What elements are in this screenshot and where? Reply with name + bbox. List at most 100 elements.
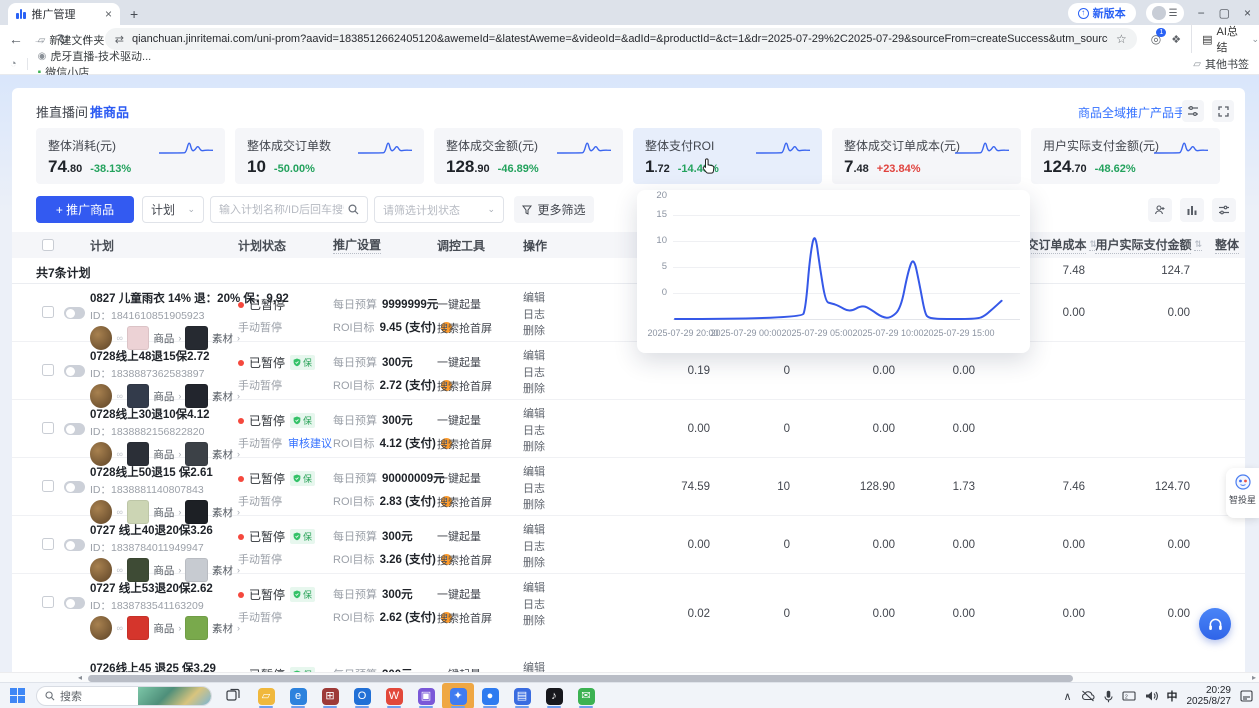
header-actions[interactable]: 操作: [523, 232, 547, 258]
plan-enable-toggle[interactable]: [64, 365, 85, 377]
ime-indicator[interactable]: 中: [1167, 688, 1178, 704]
one-key-boost-link[interactable]: 一键起量: [437, 296, 492, 312]
tab-close-icon[interactable]: ×: [105, 7, 112, 21]
search-top-screen-link[interactable]: 搜索抢首屏: [437, 494, 492, 510]
delete-link[interactable]: 删除: [523, 440, 545, 455]
edit-link[interactable]: 编辑: [523, 523, 545, 538]
taskbar-search[interactable]: 搜索: [36, 686, 212, 706]
log-link[interactable]: 日志: [523, 424, 545, 439]
row-checkbox[interactable]: [42, 422, 54, 434]
log-link[interactable]: 日志: [523, 482, 545, 497]
plan-enable-toggle[interactable]: [64, 307, 85, 319]
taskbar-app[interactable]: ●: [474, 683, 506, 708]
edit-link[interactable]: 编辑: [523, 465, 545, 480]
material-link[interactable]: 素材: [212, 621, 233, 636]
speaker-icon[interactable]: [1145, 690, 1158, 702]
plan-enable-toggle[interactable]: [64, 423, 85, 435]
edit-link[interactable]: 编辑: [523, 581, 545, 596]
plan-enable-toggle[interactable]: [64, 481, 85, 493]
search-input[interactable]: [219, 204, 344, 216]
header-promo-settings[interactable]: 推广设置: [333, 232, 381, 258]
bookmark-item[interactable]: 虎牙直播-技术驱动...: [38, 48, 152, 64]
one-key-boost-link[interactable]: 一键起量: [437, 586, 492, 602]
taskbar-app[interactable]: ✦: [442, 683, 474, 708]
tray-expand-icon[interactable]: ∧: [1063, 690, 1071, 703]
layout-settings-icon[interactable]: [1182, 100, 1204, 122]
plan-title[interactable]: 0727 线上53退20保2.62: [90, 580, 240, 596]
edit-link[interactable]: 编辑: [523, 407, 545, 422]
plan-enable-toggle[interactable]: [64, 539, 85, 551]
minimize-button[interactable]: −: [1198, 6, 1205, 20]
log-link[interactable]: 日志: [523, 540, 545, 555]
edit-link[interactable]: 编辑: [523, 349, 545, 364]
metric-card[interactable]: 整体消耗(元) 74 .80 -38.13%: [36, 128, 225, 184]
plan-enable-toggle[interactable]: [64, 597, 85, 609]
plan-title[interactable]: 0727 线上40退20保3.26: [90, 522, 240, 538]
row-checkbox[interactable]: [42, 538, 54, 550]
share-user-icon[interactable]: [1148, 198, 1172, 222]
delete-link[interactable]: 删除: [523, 614, 545, 629]
plan-title[interactable]: 0728线上30退10保4.12: [90, 406, 240, 422]
browser-profile[interactable]: ☰: [1146, 3, 1184, 23]
review-suggestion-link[interactable]: 审核建议: [288, 435, 332, 451]
metric-card[interactable]: 整体成交订单数 10 -50.00%: [235, 128, 424, 184]
plan-status-select[interactable]: 请筛选计划状态 ⌄: [374, 196, 504, 223]
taskbar-app[interactable]: O: [346, 683, 378, 708]
select-all-checkbox[interactable]: [42, 239, 54, 251]
row-checkbox[interactable]: [42, 306, 54, 318]
chart-columns-icon[interactable]: [1180, 198, 1204, 222]
search-top-screen-link[interactable]: 搜索抢首屏: [437, 552, 492, 568]
search-top-screen-link[interactable]: 搜索抢首屏: [437, 320, 492, 336]
scrollbar-thumb[interactable]: [88, 675, 1073, 682]
product-manual-link[interactable]: 商品全域推广产品手册: [1078, 104, 1198, 121]
taskbar-app[interactable]: ✉: [570, 683, 602, 708]
help-button[interactable]: [1199, 608, 1231, 640]
search-top-screen-link[interactable]: 搜索抢首屏: [437, 610, 492, 626]
new-version-badge[interactable]: ↑ 新版本: [1068, 3, 1136, 23]
bookmark-item[interactable]: 新建文件夹: [38, 32, 152, 48]
header-plan[interactable]: 计划: [90, 232, 114, 258]
one-key-boost-link[interactable]: 一键起量: [437, 528, 492, 544]
taskbar-app[interactable]: ▣: [410, 683, 442, 708]
task-view-button[interactable]: [226, 688, 240, 707]
row-checkbox[interactable]: [42, 364, 54, 376]
header-user-paid[interactable]: 用户实际支付金额⇅: [1052, 232, 1202, 258]
reading-list-icon[interactable]: ◔: [10, 58, 28, 70]
scroll-left-icon[interactable]: ◂: [78, 673, 82, 682]
delete-link[interactable]: 删除: [523, 498, 545, 513]
start-button[interactable]: [10, 688, 25, 708]
taskbar-app[interactable]: ▱: [250, 683, 282, 708]
metric-card[interactable]: 整体成交订单成本(元) 7 .48 +23.84%: [832, 128, 1021, 184]
scroll-right-icon[interactable]: ▸: [1252, 673, 1256, 682]
taskbar-app[interactable]: ⊞: [314, 683, 346, 708]
metric-card[interactable]: 整体成交金额(元) 128 .90 -46.89%: [434, 128, 623, 184]
taskbar-app[interactable]: ▤: [506, 683, 538, 708]
delete-link[interactable]: 删除: [523, 324, 545, 339]
bookmark-star-icon[interactable]: ☆: [1116, 32, 1127, 46]
tab-promote-product[interactable]: 推商品: [90, 102, 129, 121]
row-checkbox[interactable]: [42, 596, 54, 608]
taskbar-widget-thumbnail[interactable]: [138, 686, 211, 706]
search-top-screen-link[interactable]: 搜索抢首屏: [437, 378, 492, 394]
microphone-icon[interactable]: [1104, 690, 1113, 703]
campaign-notification-icon[interactable]: ◎1: [1151, 32, 1161, 46]
taskbar-app[interactable]: W: [378, 683, 410, 708]
extensions-icon[interactable]: ❖: [1171, 33, 1181, 46]
header-overall[interactable]: 整体: [1215, 232, 1239, 258]
back-icon[interactable]: ←: [4, 31, 28, 47]
more-filters-button[interactable]: 更多筛选: [514, 196, 594, 223]
plan-title[interactable]: 0726线上45 退25 保3.29: [90, 660, 240, 672]
taskbar-app[interactable]: e: [282, 683, 314, 708]
material-thumbnail[interactable]: [185, 616, 208, 640]
delete-link[interactable]: 删除: [523, 382, 545, 397]
url-bar[interactable]: ⇄ qianchuan.jinritemai.com/uni-prom?aavi…: [105, 28, 1137, 50]
metric-card[interactable]: 整体支付ROI 1 .72 -14.43%: [633, 128, 822, 184]
taskbar-clock[interactable]: 20:29 2025/8/27: [1187, 685, 1232, 707]
header-plan-status[interactable]: 计划状态: [238, 232, 286, 258]
metric-card[interactable]: 用户实际支付金额(元) 124 .70 -48.62%: [1031, 128, 1220, 184]
plan-title[interactable]: 0827 儿童雨衣 14% 退：20% 保：9.92: [90, 290, 240, 306]
taskbar-app[interactable]: ♪: [538, 683, 570, 708]
column-settings-icon[interactable]: [1212, 198, 1236, 222]
promote-product-button[interactable]: + 推广商品: [36, 196, 134, 223]
cloud-off-icon[interactable]: [1081, 690, 1095, 702]
